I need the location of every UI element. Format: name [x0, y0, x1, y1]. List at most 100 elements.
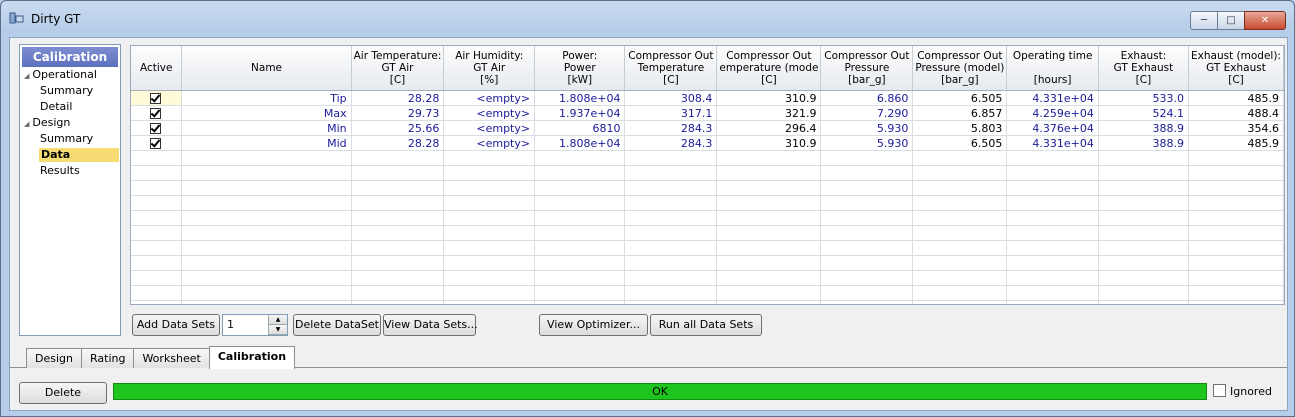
empty-cell[interactable]: [1006, 180, 1099, 196]
empty-cell[interactable]: [1098, 165, 1189, 181]
ignored-checkbox[interactable]: Ignored: [1213, 384, 1272, 398]
expand-triangle-icon[interactable]: ◢: [24, 120, 29, 128]
empty-cell[interactable]: [131, 270, 183, 286]
empty-cell[interactable]: [820, 195, 914, 211]
table-cell[interactable]: 533.0: [1098, 90, 1189, 106]
empty-cell[interactable]: [624, 240, 718, 256]
empty-cell[interactable]: [534, 150, 626, 166]
table-cell[interactable]: 5.803: [912, 120, 1008, 136]
empty-table-row[interactable]: [131, 180, 1284, 196]
empty-cell[interactable]: [820, 270, 914, 286]
table-cell[interactable]: 524.1: [1098, 105, 1189, 121]
empty-cell[interactable]: [820, 255, 914, 271]
empty-cell[interactable]: [716, 270, 822, 286]
empty-cell[interactable]: [1006, 210, 1099, 226]
active-cell[interactable]: [131, 120, 183, 136]
column-header[interactable]: Operating time [hours]: [1006, 46, 1099, 91]
table-cell[interactable]: 4.331e+04: [1006, 90, 1099, 106]
table-cell[interactable]: <empty>: [443, 90, 536, 106]
table-cell[interactable]: 485.9: [1188, 135, 1284, 151]
empty-cell[interactable]: [131, 285, 183, 301]
run-all-data-sets-button[interactable]: Run all Data Sets: [650, 314, 762, 336]
table-cell[interactable]: Min: [181, 120, 352, 136]
table-cell[interactable]: 4.331e+04: [1006, 135, 1099, 151]
empty-cell[interactable]: [181, 285, 352, 301]
empty-cell[interactable]: [1188, 165, 1284, 181]
empty-cell[interactable]: [820, 210, 914, 226]
table-cell[interactable]: 1.808e+04: [534, 135, 626, 151]
empty-cell[interactable]: [351, 300, 445, 304]
empty-cell[interactable]: [443, 180, 536, 196]
empty-cell[interactable]: [443, 165, 536, 181]
empty-cell[interactable]: [624, 210, 718, 226]
empty-cell[interactable]: [131, 300, 183, 304]
empty-cell[interactable]: [1188, 195, 1284, 211]
empty-cell[interactable]: [1098, 150, 1189, 166]
empty-cell[interactable]: [716, 195, 822, 211]
table-cell[interactable]: Max: [181, 105, 352, 121]
column-header[interactable]: Compressor Out Temperature [C]: [624, 46, 718, 91]
empty-cell[interactable]: [912, 150, 1008, 166]
add-data-sets-button[interactable]: Add Data Sets: [132, 314, 220, 336]
empty-cell[interactable]: [443, 300, 536, 304]
empty-table-row[interactable]: [131, 165, 1284, 181]
empty-cell[interactable]: [1188, 240, 1284, 256]
data-grid[interactable]: Active Name Air Temperature: GT Air [C] Air H…: [130, 45, 1285, 305]
empty-cell[interactable]: [820, 165, 914, 181]
table-cell[interactable]: 354.6: [1188, 120, 1284, 136]
empty-cell[interactable]: [534, 195, 626, 211]
empty-table-row[interactable]: [131, 150, 1284, 166]
empty-cell[interactable]: [534, 240, 626, 256]
empty-cell[interactable]: [351, 195, 445, 211]
column-header[interactable]: Air Humidity: GT Air [%]: [443, 46, 536, 91]
nav-item-detail[interactable]: Detail: [40, 100, 72, 114]
close-button[interactable]: ✕: [1244, 11, 1286, 30]
empty-cell[interactable]: [181, 270, 352, 286]
empty-cell[interactable]: [181, 195, 352, 211]
empty-cell[interactable]: [351, 255, 445, 271]
empty-cell[interactable]: [716, 180, 822, 196]
table-row[interactable]: Max 29.73 <empty> 1.937e+04 317.1 321.9 7.290 6…: [131, 105, 1284, 121]
empty-cell[interactable]: [716, 150, 822, 166]
empty-cell[interactable]: [624, 150, 718, 166]
empty-cell[interactable]: [624, 255, 718, 271]
view-data-sets-button[interactable]: View Data Sets...: [383, 314, 478, 336]
empty-cell[interactable]: [1188, 180, 1284, 196]
table-cell[interactable]: 6810: [534, 120, 626, 136]
empty-cell[interactable]: [912, 180, 1008, 196]
empty-cell[interactable]: [820, 225, 914, 241]
empty-cell[interactable]: [181, 150, 352, 166]
table-row[interactable]: Mid 28.28 <empty> 1.808e+04 284.3 310.9 5.930 6…: [131, 135, 1284, 151]
empty-cell[interactable]: [912, 300, 1008, 304]
empty-cell[interactable]: [534, 300, 626, 304]
delete-dataset-button[interactable]: Delete DataSet: [293, 314, 381, 336]
table-cell[interactable]: 388.9: [1098, 120, 1189, 136]
empty-cell[interactable]: [624, 180, 718, 196]
column-header[interactable]: Active: [131, 46, 183, 91]
empty-cell[interactable]: [181, 225, 352, 241]
checkbox-icon[interactable]: [1213, 384, 1226, 397]
empty-table-row[interactable]: [131, 240, 1284, 256]
tab-rating[interactable]: Rating: [80, 348, 135, 368]
empty-cell[interactable]: [534, 165, 626, 181]
empty-table-row[interactable]: [131, 210, 1284, 226]
empty-cell[interactable]: [351, 240, 445, 256]
column-header[interactable]: Air Temperature: GT Air [C]: [351, 46, 445, 91]
table-cell[interactable]: 485.9: [1188, 90, 1284, 106]
table-cell[interactable]: 388.9: [1098, 135, 1189, 151]
empty-table-row[interactable]: [131, 255, 1284, 271]
empty-cell[interactable]: [624, 285, 718, 301]
empty-cell[interactable]: [1188, 225, 1284, 241]
empty-cell[interactable]: [351, 165, 445, 181]
table-cell[interactable]: 25.66: [351, 120, 445, 136]
column-header[interactable]: Compressor Out Pressure (model) [bar_g]: [912, 46, 1008, 91]
empty-cell[interactable]: [443, 150, 536, 166]
empty-cell[interactable]: [912, 210, 1008, 226]
empty-cell[interactable]: [534, 225, 626, 241]
empty-cell[interactable]: [820, 285, 914, 301]
column-header[interactable]: Exhaust: GT Exhaust [C]: [1098, 46, 1189, 91]
empty-cell[interactable]: [820, 240, 914, 256]
empty-cell[interactable]: [912, 255, 1008, 271]
empty-cell[interactable]: [181, 180, 352, 196]
active-cell[interactable]: [131, 90, 183, 106]
